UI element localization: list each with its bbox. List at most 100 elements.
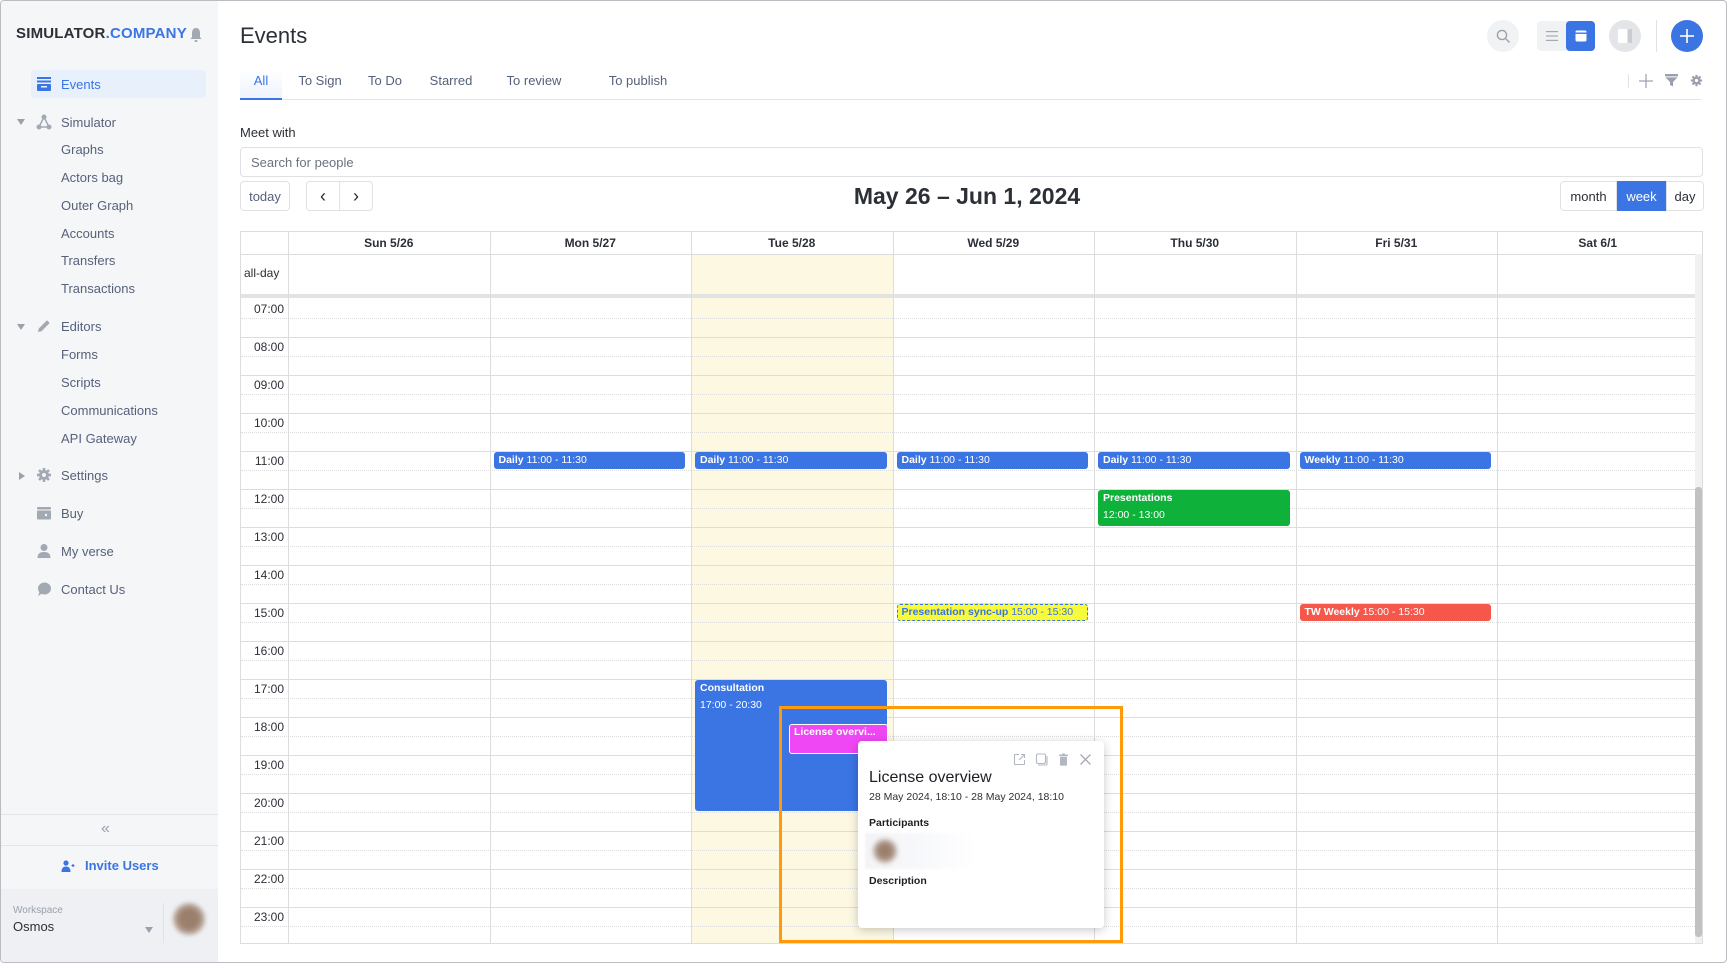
view-week-button[interactable]: week [1617,181,1666,211]
day-divider [1295,232,1297,943]
workspace-label: Workspace [13,905,63,916]
wallet-icon [37,507,51,520]
calendar-view-button[interactable] [1566,21,1595,51]
event-time: 15:00 - 15:30 [1008,606,1074,618]
sidebar-subitem-forms[interactable]: Forms [61,345,98,365]
search-people-input[interactable] [240,147,1703,177]
calendar-event[interactable]: Presentations 12:00 - 13:00 [1098,490,1290,526]
half-hour-gridline [241,470,1695,471]
logo[interactable]: SIMULATOR.COMPANY [16,25,187,42]
time-label: 10:00 [253,416,284,430]
search-button[interactable] [1487,20,1519,52]
day-header: Sat 6/1 [1578,236,1618,250]
create-event-button[interactable] [1671,20,1703,52]
calendar-event[interactable]: Daily 11:00 - 11:30 [1098,452,1290,469]
gear-icon[interactable] [1690,74,1703,87]
expand-caret-icon[interactable] [17,119,25,125]
graph-nodes-icon [36,114,52,130]
tab-to-do[interactable]: To Do [365,69,405,100]
calendar-scrollbar-thumb[interactable] [1695,487,1702,937]
sidebar-subitem-transactions[interactable]: Transactions [61,279,135,299]
expand-caret-icon[interactable] [19,472,25,480]
view-month-button[interactable]: month [1560,181,1617,211]
hour-gridline [241,489,1695,490]
trash-icon[interactable] [1057,753,1070,766]
toolbar-divider [1628,74,1629,88]
tab-to-sign[interactable]: To Sign [295,69,345,100]
user-avatar[interactable] [173,903,205,935]
today-button[interactable]: today [240,181,290,211]
calendar-event[interactable]: Weekly 11:00 - 11:30 [1299,452,1491,469]
sidebar-subitem-outer-graph[interactable]: Outer Graph [61,196,133,216]
half-hour-gridline [241,432,1695,433]
duplicate-icon[interactable] [1035,753,1048,766]
chevron-down-icon[interactable] [145,927,153,933]
sidebar-subitem-transfers[interactable]: Transfers [61,251,115,271]
time-label: 12:00 [253,492,284,506]
half-hour-gridline [241,394,1695,395]
sidebar-item-buy[interactable]: Buy [31,499,206,527]
prev-week-button[interactable]: ‹ [306,181,340,211]
close-icon[interactable] [1079,753,1092,766]
tab-bar: All To Sign To Do Starred To review To p… [240,69,1701,100]
sidebar-item-editors[interactable]: Editors [31,312,206,340]
sidebar-subitem-communications[interactable]: Communications [61,401,158,421]
time-label: 16:00 [253,644,284,658]
allday-divider [241,294,1695,298]
popover-title: License overview [869,769,992,786]
sidebar-subitem-actors-bag[interactable]: Actors bag [61,168,123,188]
add-icon[interactable] [1639,74,1653,88]
sidebar-item-label: Editors [61,318,102,334]
invite-users-button[interactable]: Invite Users [61,858,159,873]
sidebar-subitem-accounts[interactable]: Accounts [61,224,114,244]
half-hour-gridline [241,584,1695,585]
list-view-button[interactable] [1537,21,1566,51]
sidebar-item-simulator[interactable]: Simulator [31,108,206,136]
calendar-event[interactable]: Daily 11:00 - 11:30 [493,452,685,469]
meet-with-label: Meet with [240,125,296,140]
sidebar-subitem-api-gateway[interactable]: API Gateway [61,429,137,449]
filter-icon[interactable] [1665,74,1678,87]
workspace-selector[interactable]: Workspace Osmos [1,889,218,962]
event-title: Daily [498,454,524,466]
event-time: 11:00 - 11:30 [523,454,587,466]
tab-to-publish[interactable]: To publish [603,69,673,100]
time-label: 09:00 [253,378,284,392]
sidebar-item-settings[interactable]: Settings [31,461,206,489]
tab-starred[interactable]: Starred [426,69,476,100]
time-label: 22:00 [253,872,284,886]
sidebar-item-contact-us[interactable]: Contact Us [31,575,206,603]
sidebar-subitem-graphs[interactable]: Graphs [61,140,104,160]
calendar-event[interactable]: Daily 11:00 - 11:30 [896,452,1088,469]
tab-all[interactable]: All [240,69,282,100]
time-label: 08:00 [253,340,284,354]
event-time: 11:00 - 11:30 [1128,454,1192,466]
calendar-event[interactable]: Presentation sync-up 15:00 - 15:30 [896,604,1088,621]
time-label: 15:00 [253,606,284,620]
notification-bell-icon[interactable] [189,27,203,43]
sidebar-item-events[interactable]: Events [31,70,206,98]
side-panel-icon [1618,29,1632,43]
view-day-button[interactable]: day [1666,181,1704,211]
expand-caret-icon[interactable] [17,324,25,330]
side-panel-toggle-button[interactable] [1609,20,1641,52]
participant-avatar[interactable] [873,839,897,863]
tab-to-review[interactable]: To review [503,69,565,100]
calendar-event[interactable]: TW Weekly 15:00 - 15:30 [1299,604,1491,621]
next-week-button[interactable]: › [339,181,373,211]
logo-main: SIMULATOR [16,25,106,42]
calendar-icon [1575,30,1586,42]
date-range-title: May 26 – Jun 1, 2024 [853,183,1081,209]
search-icon [1496,29,1510,43]
sidebar-subitem-scripts[interactable]: Scripts [61,373,101,393]
event-time: 11:00 - 11:30 [926,454,990,466]
sidebar-item-my-verse[interactable]: My verse [31,537,206,565]
open-external-icon[interactable] [1013,753,1026,766]
sidebar-item-label: Events [61,76,101,92]
collapse-sidebar-button[interactable]: « [101,820,110,838]
time-axis-divider [288,232,289,943]
calendar-event[interactable]: Daily 11:00 - 11:30 [695,452,887,469]
event-time: 12:00 - 13:00 [1103,509,1165,521]
time-label: 20:00 [253,796,284,810]
time-label: 23:00 [253,910,284,924]
